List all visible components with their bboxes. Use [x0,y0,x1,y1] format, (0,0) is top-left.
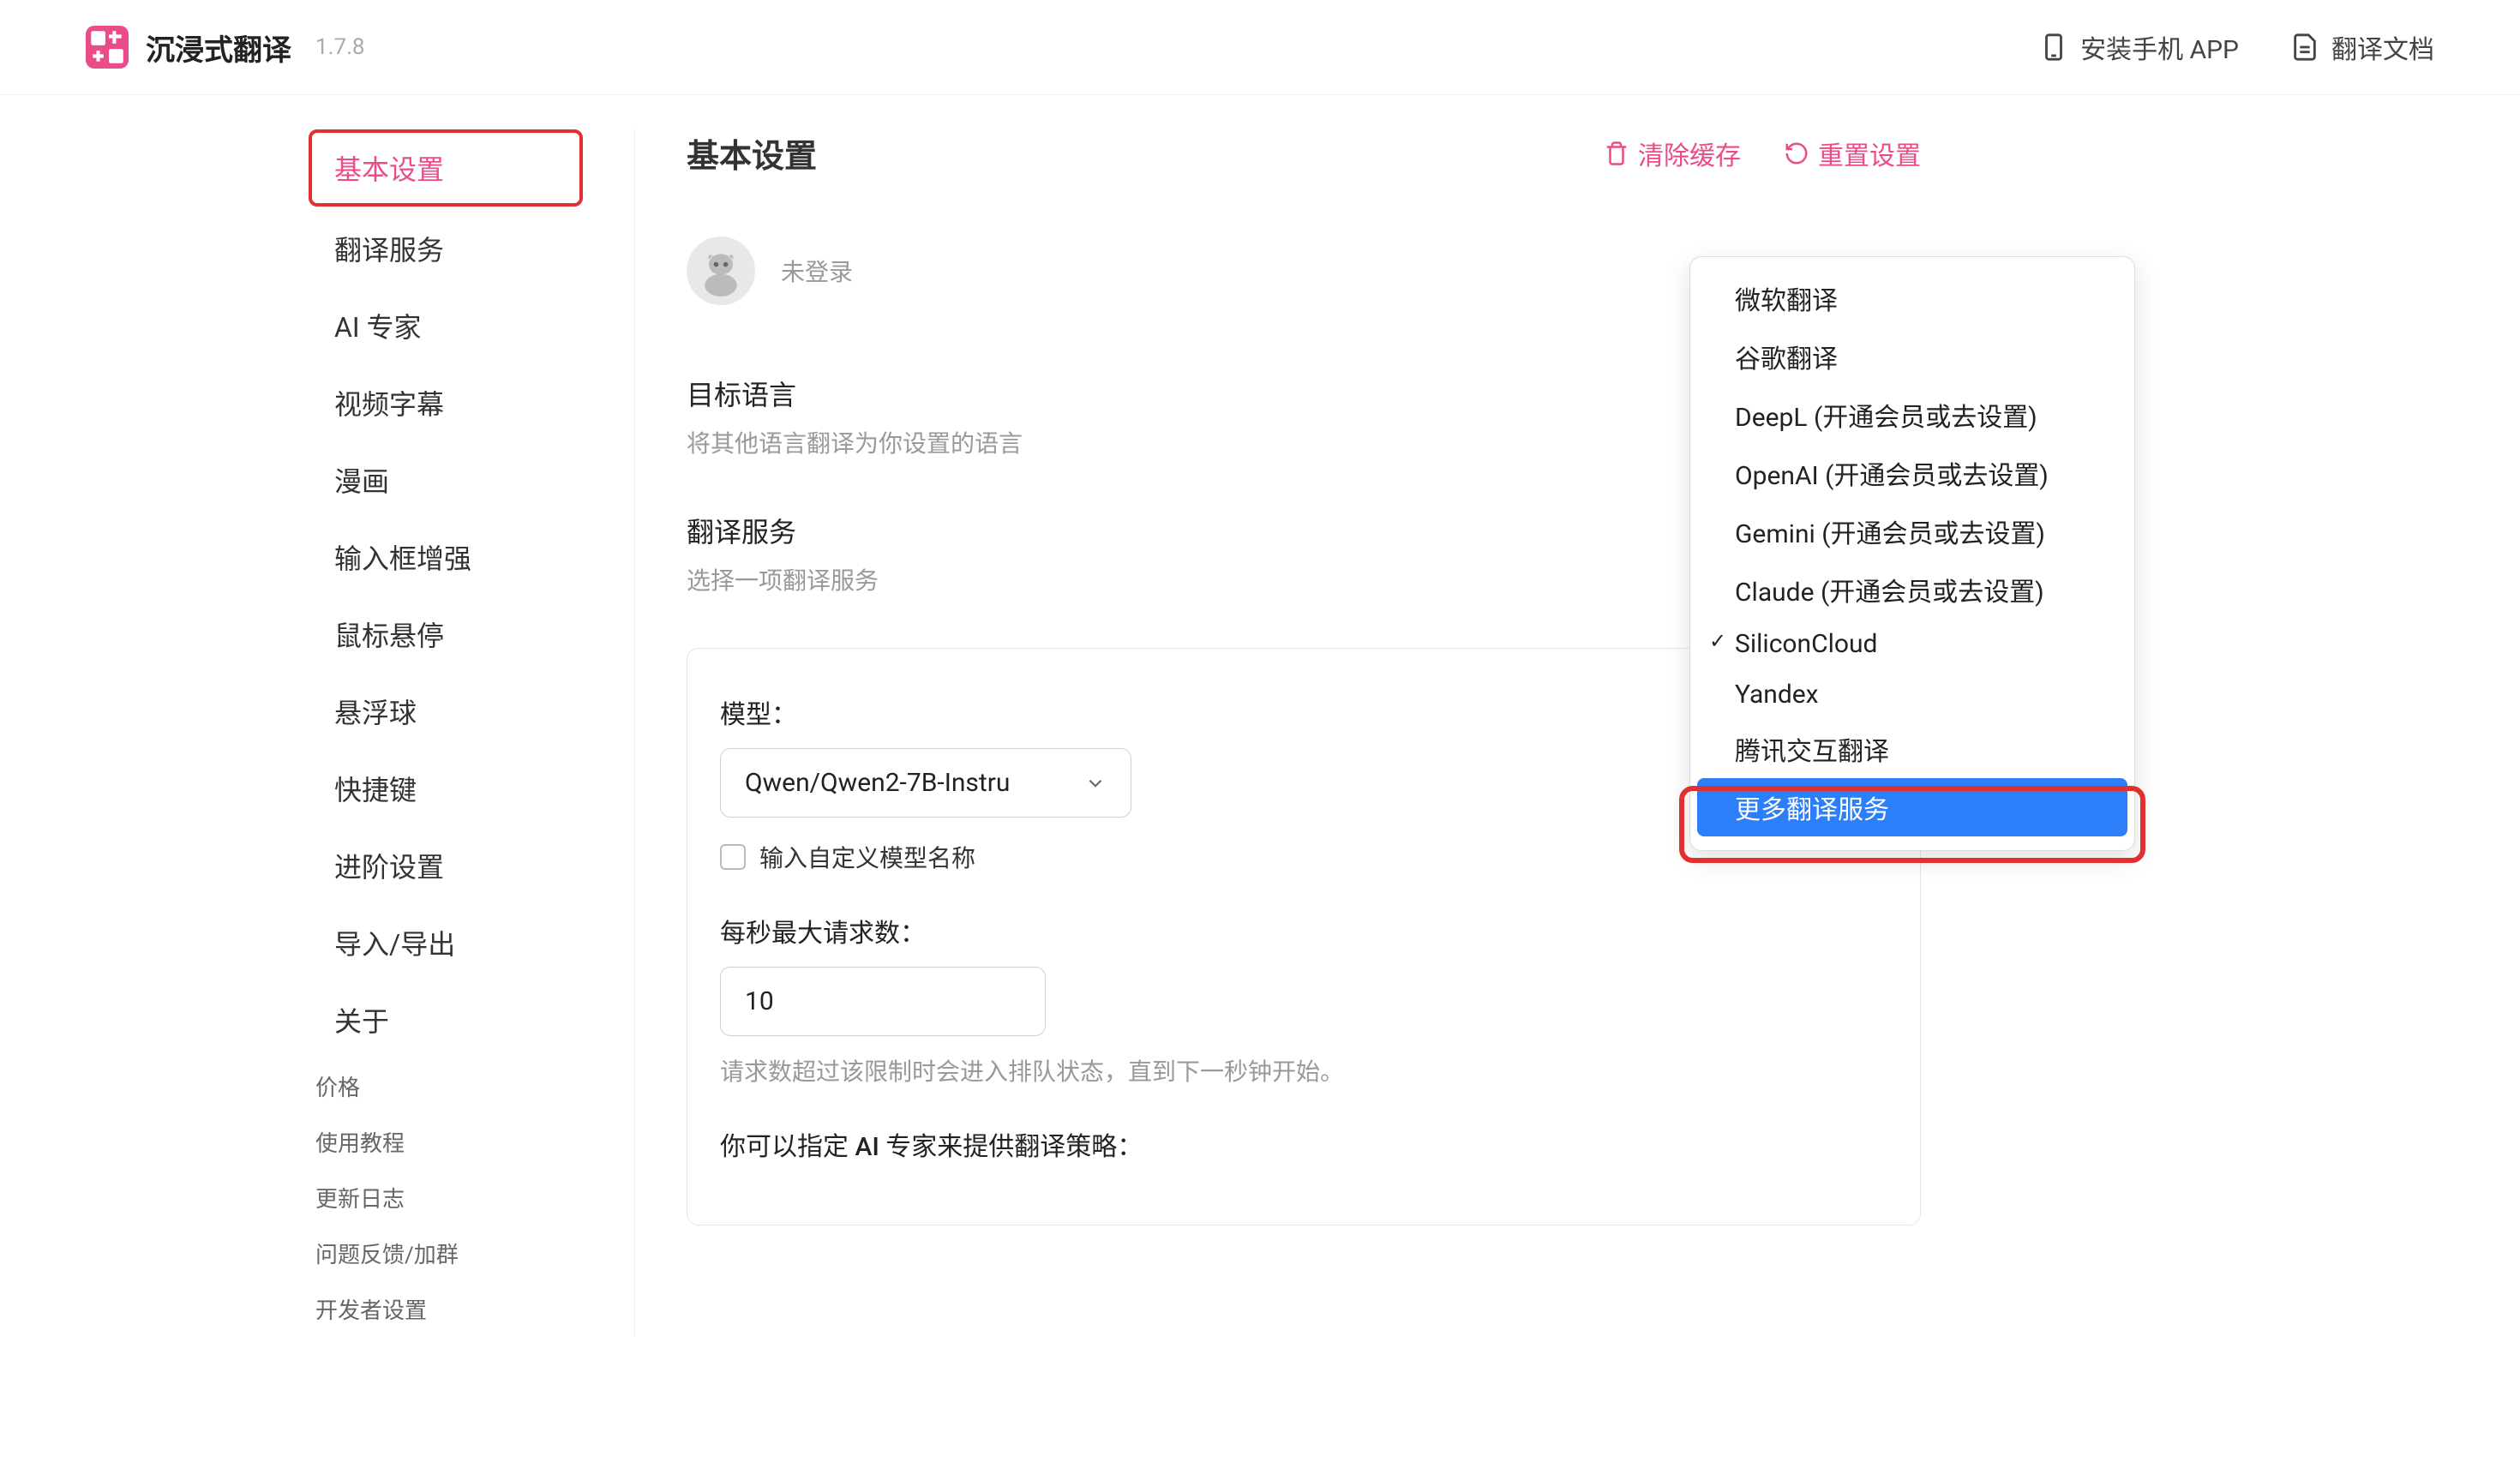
header-left: 沉浸式翻译 1.7.8 [86,26,365,69]
sidebar-item-comic[interactable]: 漫画 [309,441,583,518]
reset-icon [1784,141,1809,166]
sidebar-item-basic-settings[interactable]: 基本设置 [309,129,583,207]
sidebar-item-about[interactable]: 关于 [309,981,583,1058]
trash-icon [1604,141,1629,166]
rps-row: 每秒最大请求数： 10 请求数超过该限制时会进入排队状态，直到下一秒钟开始。 [720,912,1887,1088]
dropdown-item-7[interactable]: Yandex [1697,669,2127,720]
sidebar-item-ai-expert[interactable]: AI 专家 [309,287,583,364]
main-content: 基本设置 清除缓存 重置设置 [687,129,1972,1337]
sidebar-item-input-enhance[interactable]: 输入框增强 [309,518,583,596]
sidebar-item-mouse-hover[interactable]: 鼠标悬停 [309,596,583,673]
sidebar-item-import-export[interactable]: 导入/导出 [309,904,583,981]
dropdown-item-4[interactable]: Gemini (开通会员或去设置) [1697,502,2127,560]
app-version: 1.7.8 [315,34,365,60]
dropdown-item-3[interactable]: OpenAI (开通会员或去设置) [1697,444,2127,502]
dropdown-item-5[interactable]: Claude (开通会员或去设置) [1697,560,2127,619]
reset-settings-button[interactable]: 重置设置 [1784,135,1921,172]
dropdown-item-9[interactable]: 更多翻译服务 [1697,778,2127,836]
rps-input[interactable]: 10 [720,967,1046,1036]
login-status[interactable]: 未登录 [781,254,853,288]
sidebar-item-video-subtitle[interactable]: 视频字幕 [309,364,583,441]
dropdown-item-1[interactable]: 谷歌翻译 [1697,327,2127,386]
custom-model-checkbox-label: 输入自定义模型名称 [759,840,975,874]
sidebar-item-translation-service[interactable]: 翻译服务 [309,210,583,287]
app-header: 沉浸式翻译 1.7.8 安装手机 APP 翻译文档 [0,0,2520,95]
install-app-label: 安装手机 APP [2080,28,2239,66]
main-header: 基本设置 清除缓存 重置设置 [687,129,1921,177]
app-title: 沉浸式翻译 [146,27,291,69]
dropdown-item-0[interactable]: 微软翻译 [1697,269,2127,327]
main-actions: 清除缓存 重置设置 [1604,135,1921,172]
ai-strategy-row: 你可以指定 AI 专家来提供翻译策略： [720,1125,1887,1163]
sidebar-sub-changelog[interactable]: 更新日志 [309,1170,583,1225]
rps-hint: 请求数超过该限制时会进入排队状态，直到下一秒钟开始。 [720,1053,1887,1088]
sidebar-item-float-ball[interactable]: 悬浮球 [309,673,583,750]
vertical-divider [634,129,635,1337]
install-app-link[interactable]: 安装手机 APP [2039,28,2239,66]
custom-model-checkbox[interactable] [720,844,746,870]
sidebar-sub-price[interactable]: 价格 [309,1058,583,1114]
sidebar-sub-feedback[interactable]: 问题反馈/加群 [309,1225,583,1281]
app-logo-icon [86,26,129,69]
translate-doc-label: 翻译文档 [2331,28,2434,66]
mobile-icon [2039,33,2068,62]
avatar[interactable] [687,237,755,305]
clear-cache-button[interactable]: 清除缓存 [1604,135,1741,172]
chevron-down-icon [1084,772,1107,794]
reset-settings-label: 重置设置 [1818,135,1921,172]
translation-service-dropdown[interactable]: 微软翻译谷歌翻译DeepL (开通会员或去设置)OpenAI (开通会员或去设置… [1689,256,2135,851]
avatar-icon [695,245,747,297]
ai-strategy-label: 你可以指定 AI 专家来提供翻译策略： [720,1125,1887,1163]
dropdown-item-8[interactable]: 腾讯交互翻译 [1697,720,2127,778]
dropdown-item-6[interactable]: SiliconCloud [1697,619,2127,669]
sidebar-item-advanced[interactable]: 进阶设置 [309,827,583,904]
dropdown-item-2[interactable]: DeepL (开通会员或去设置) [1697,386,2127,444]
sidebar-sub-developer[interactable]: 开发者设置 [309,1281,583,1337]
sidebar: 基本设置 翻译服务 AI 专家 视频字幕 漫画 输入框增强 鼠标悬停 悬浮球 快… [309,129,583,1337]
sidebar-item-shortcut[interactable]: 快捷键 [309,750,583,827]
model-select[interactable]: Qwen/Qwen2-7B-Instru [720,748,1131,818]
document-icon [2290,33,2319,62]
sidebar-sub-tutorial[interactable]: 使用教程 [309,1114,583,1170]
page-title: 基本设置 [687,129,817,177]
header-right: 安装手机 APP 翻译文档 [2039,28,2434,66]
clear-cache-label: 清除缓存 [1638,135,1741,172]
rps-label: 每秒最大请求数： [720,912,1887,950]
translate-doc-link[interactable]: 翻译文档 [2290,28,2434,66]
model-select-value: Qwen/Qwen2-7B-Instru [745,768,1010,798]
